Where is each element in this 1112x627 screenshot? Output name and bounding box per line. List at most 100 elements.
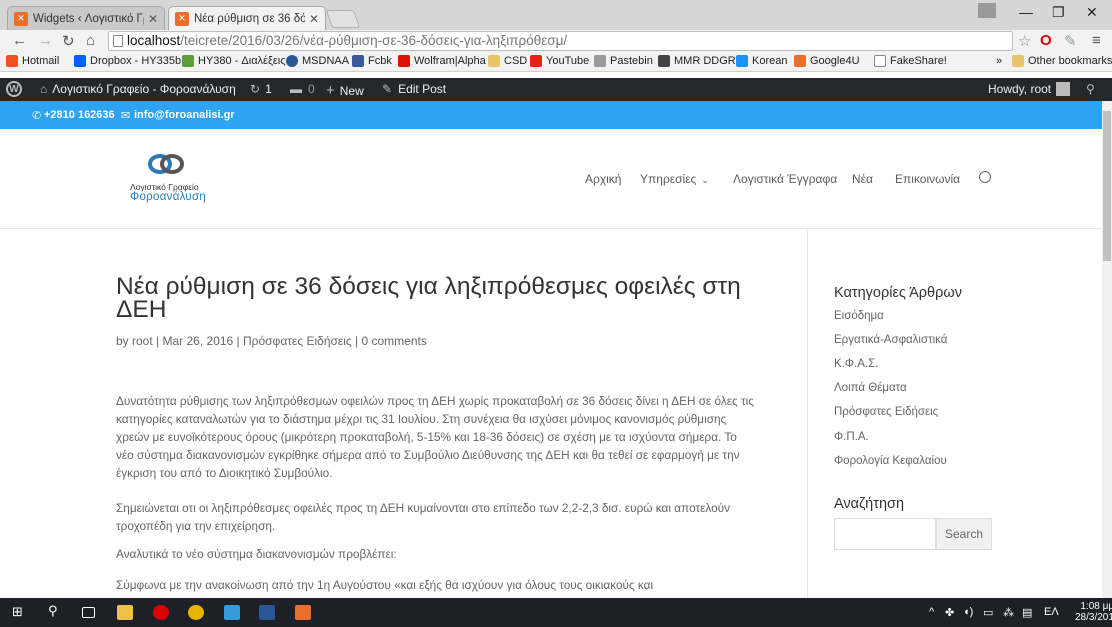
new-tab-button[interactable] bbox=[325, 10, 361, 28]
forward-icon[interactable]: → bbox=[38, 32, 53, 49]
menu-item-news[interactable]: Νέα bbox=[852, 172, 873, 186]
home-icon[interactable]: ⌂ bbox=[86, 32, 95, 49]
search-button[interactable]: Search bbox=[936, 518, 992, 550]
bookmark-label: Dropbox - HY335b bbox=[90, 55, 182, 67]
phone-number[interactable]: +2810 162636 bbox=[44, 109, 115, 121]
post-meta: by root | Mar 26, 2016 | Πρόσφατες Ειδήσ… bbox=[116, 334, 427, 348]
bookmark-hotmail[interactable]: Hotmail bbox=[6, 55, 59, 67]
battery-icon[interactable]: ▭ bbox=[983, 606, 993, 619]
email-icon: ✉ bbox=[121, 110, 131, 122]
address-bar[interactable]: localhost/teicrete/2016/03/26/νέα-ρύθμισ… bbox=[108, 31, 1013, 51]
bookmark-csd[interactable]: CSD bbox=[488, 55, 527, 67]
category-link[interactable]: Κ.Φ.Α.Σ. bbox=[834, 358, 878, 370]
minimize-icon[interactable]: — bbox=[1019, 4, 1033, 20]
chevron-down-icon: ⌄ bbox=[701, 175, 709, 185]
site-header: Λογιστικό Γραφείο Φοροανάλυση Αρχική Υπη… bbox=[0, 129, 1102, 229]
admin-site-name[interactable]: ⌂ Λογιστικό Γραφείο - Φοροανάλυση bbox=[40, 82, 236, 96]
extension-icon[interactable]: ✎ bbox=[1064, 32, 1077, 50]
edit-label: Edit Post bbox=[398, 82, 447, 96]
tab-current-post[interactable]: ✕ Νέα ρύθμιση σε 36 δόσει ✕ bbox=[168, 6, 326, 30]
windows-start-icon[interactable]: ⊞ bbox=[12, 604, 28, 619]
site-favicon-icon: ✕ bbox=[14, 11, 28, 26]
admin-comments[interactable]: ▬ 0 bbox=[290, 82, 315, 96]
other-bookmarks[interactable]: Other bookmarks bbox=[1012, 55, 1112, 67]
category-link[interactable]: Εισόδημα bbox=[834, 310, 884, 322]
bookmark-youtube[interactable]: YouTube bbox=[530, 55, 589, 67]
tab-title: Widgets ‹ Λογιστικό Γραφ bbox=[33, 12, 144, 25]
file-explorer-icon[interactable] bbox=[117, 605, 133, 620]
taskbar-clock[interactable]: 1:08 μμ 28/3/2016 bbox=[1075, 601, 1112, 623]
bookmark-korean[interactable]: Korean bbox=[736, 55, 787, 67]
admin-edit-post[interactable]: ✎ Edit Post bbox=[382, 82, 446, 96]
post-title: Νέα ρύθμιση σε 36 δόσεις για ληξιπρόθεσμ… bbox=[116, 273, 741, 323]
email-address[interactable]: info@foroanalisi.gr bbox=[134, 109, 235, 121]
bookmark-mmr[interactable]: MMR DDGR bbox=[658, 55, 736, 67]
opera-extension-icon[interactable]: O bbox=[1040, 32, 1052, 49]
page-scrollbar[interactable] bbox=[1102, 101, 1112, 598]
category-link[interactable]: Λοιπά Θέματα bbox=[834, 382, 907, 394]
browser-toolbar: ← → ↻ ⌂ localhost/teicrete/2016/03/26/νέ… bbox=[0, 30, 1112, 52]
xampp-icon[interactable] bbox=[295, 605, 311, 620]
bookmark-msdnaa[interactable]: MSDNAA bbox=[286, 55, 349, 67]
menu-item-services[interactable]: Υπηρεσίες ⌄ bbox=[640, 172, 709, 186]
search-input[interactable] bbox=[834, 518, 936, 550]
chrome-icon[interactable] bbox=[188, 605, 204, 620]
opera-icon[interactable] bbox=[153, 605, 169, 620]
search-icon[interactable] bbox=[979, 171, 991, 183]
korean-icon bbox=[736, 55, 748, 67]
site-name-label: Λογιστικό Γραφείο - Φοροανάλυση bbox=[52, 82, 236, 96]
close-tab-icon[interactable]: ✕ bbox=[309, 12, 319, 26]
dropbox-tray-icon[interactable]: ✤ bbox=[945, 606, 954, 619]
language-indicator[interactable]: ΕΛ bbox=[1044, 606, 1059, 618]
menu-item-documents[interactable]: Λογιστικά Έγγραφα bbox=[733, 172, 837, 186]
wordpress-icon[interactable]: W bbox=[6, 81, 22, 97]
wifi-icon[interactable]: ⁂ bbox=[1003, 606, 1014, 619]
volume-icon[interactable]: ◖) bbox=[963, 606, 973, 618]
bookmark-wolfram[interactable]: Wolfram|Alpha bbox=[398, 55, 486, 67]
comment-icon: ▬ bbox=[290, 82, 302, 96]
bookmark-star-icon[interactable]: ☆ bbox=[1018, 32, 1031, 50]
categories-title: Κατηγορίες Άρθρων bbox=[834, 285, 962, 301]
bookmark-fcbk[interactable]: Fcbk bbox=[352, 55, 392, 67]
more-bookmarks-icon[interactable]: » bbox=[996, 55, 1002, 67]
new-label: New bbox=[339, 83, 364, 98]
back-icon[interactable]: ← bbox=[12, 32, 27, 49]
bookmark-google4u[interactable]: Google4U bbox=[794, 55, 860, 67]
admin-search-icon[interactable]: ⚲ bbox=[1086, 82, 1095, 96]
clock-time: 1:08 μμ bbox=[1080, 601, 1112, 612]
reload-icon[interactable]: ↻ bbox=[62, 32, 75, 50]
notification-icon[interactable]: ▤ bbox=[1022, 606, 1032, 619]
bookmark-dropbox[interactable]: Dropbox - HY335b bbox=[74, 55, 181, 67]
menu-item-contact[interactable]: Επικοινωνία bbox=[895, 172, 960, 186]
bookmark-pastebin[interactable]: Pastebin bbox=[594, 55, 653, 67]
restore-icon[interactable]: ❐ bbox=[1052, 4, 1065, 21]
bookmark-fakeshare[interactable]: FakeShare! bbox=[874, 55, 947, 67]
menu-item-home[interactable]: Αρχική bbox=[585, 172, 621, 186]
page-icon bbox=[113, 35, 123, 47]
task-view-icon[interactable] bbox=[82, 607, 95, 618]
tray-up-icon[interactable]: ^ bbox=[929, 606, 934, 618]
close-tab-icon[interactable]: ✕ bbox=[148, 12, 158, 26]
admin-account[interactable]: Howdy, root bbox=[988, 82, 1071, 96]
profile-icon[interactable] bbox=[978, 3, 996, 18]
admin-updates[interactable]: ↻ 1 bbox=[250, 82, 272, 96]
word-icon[interactable] bbox=[259, 605, 275, 620]
post-paragraph: Σημειώνεται οτι οι ληξιπρόθεσμες οφειλές… bbox=[116, 501, 731, 533]
logo-icon[interactable] bbox=[148, 153, 184, 175]
category-link[interactable]: Φορολογία Κεφαλαίου bbox=[834, 455, 947, 467]
admin-new[interactable]: + New bbox=[326, 82, 364, 99]
close-window-icon[interactable]: ✕ bbox=[1086, 4, 1098, 21]
category-link[interactable]: Εργατικά-Ασφαλιστικά bbox=[834, 334, 947, 346]
facebook-icon bbox=[352, 55, 364, 67]
bookmark-label: YouTube bbox=[546, 55, 590, 67]
search-icon[interactable]: ⚲ bbox=[48, 603, 64, 618]
category-link[interactable]: Πρόσφατες Ειδήσεις bbox=[834, 406, 938, 418]
folder-icon[interactable] bbox=[224, 605, 240, 620]
scroll-thumb[interactable] bbox=[1103, 111, 1111, 261]
category-link[interactable]: Φ.Π.Α. bbox=[834, 431, 869, 443]
logo-text-bottom[interactable]: Φοροανάλυση bbox=[130, 191, 206, 203]
bookmark-label: Wolfram|Alpha bbox=[414, 55, 486, 67]
menu-icon[interactable]: ≡ bbox=[1092, 32, 1101, 49]
bookmark-hy380[interactable]: HY380 - Διαλέξεις bbox=[182, 55, 286, 67]
tab-widgets[interactable]: ✕ Widgets ‹ Λογιστικό Γραφ ✕ bbox=[7, 6, 165, 30]
